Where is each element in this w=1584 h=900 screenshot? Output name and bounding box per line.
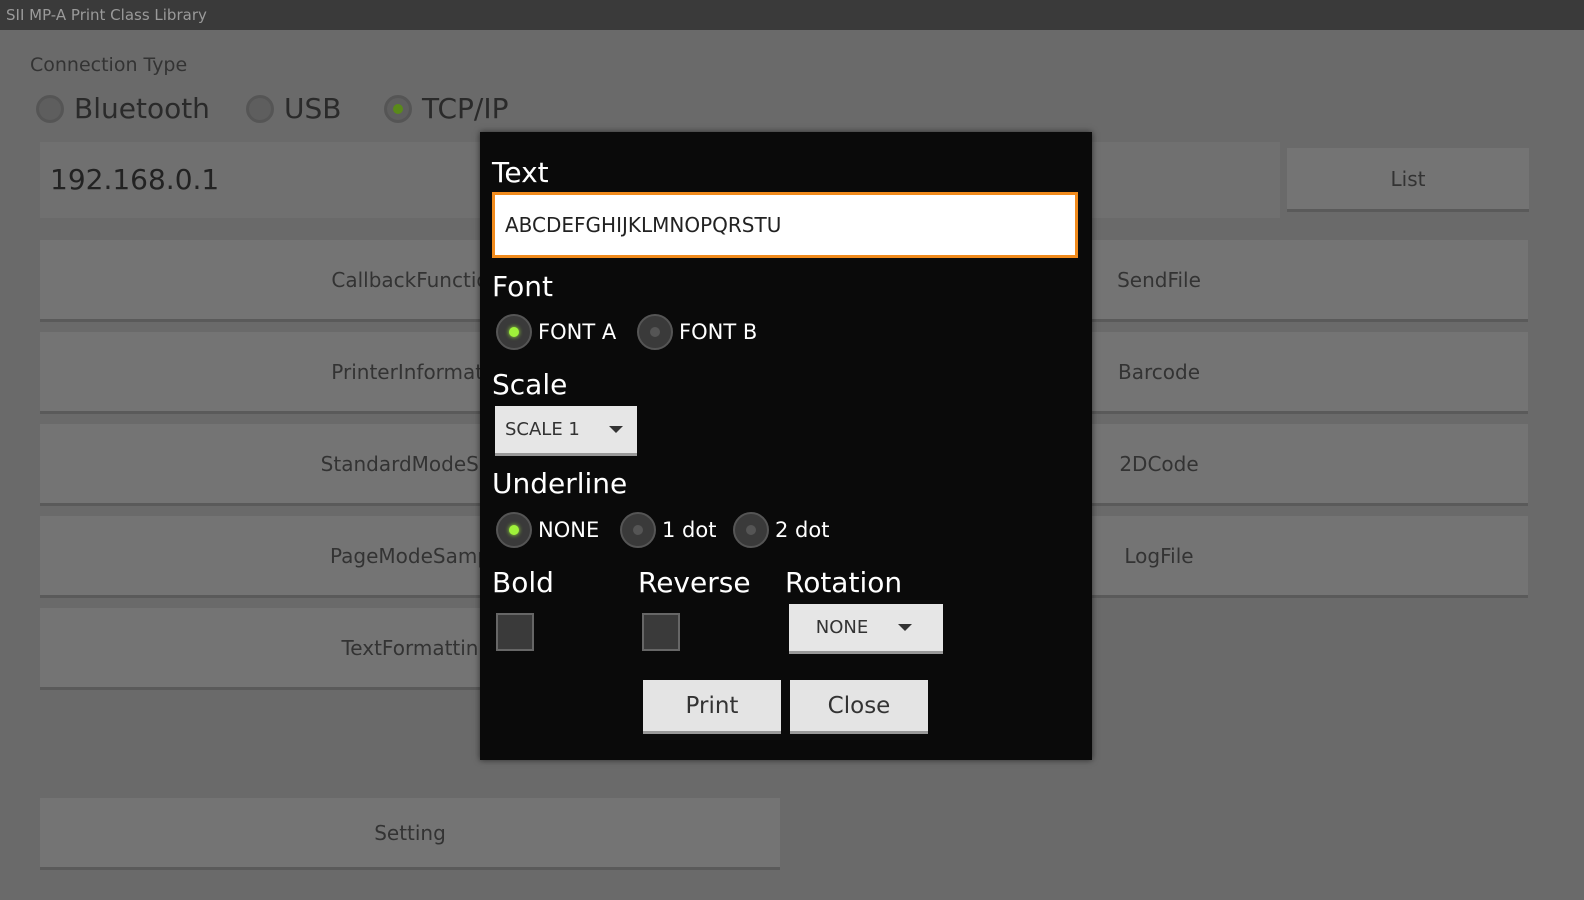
radio-usb-label: USB	[284, 92, 342, 125]
app-title: SII MP-A Print Class Library	[6, 6, 207, 24]
list-button[interactable]: List	[1287, 148, 1529, 212]
radio-bluetooth[interactable]: Bluetooth	[36, 92, 210, 125]
radio-underline-2dot-label: 2 dot	[775, 518, 830, 542]
setting-button[interactable]: Setting	[40, 798, 780, 870]
rotation-dropdown[interactable]: NONE	[789, 604, 943, 654]
radio-circle-icon	[733, 512, 769, 548]
radio-usb[interactable]: USB	[246, 92, 341, 125]
radio-tcpip[interactable]: TCP/IP	[384, 92, 508, 125]
radio-font-a[interactable]: FONT A	[496, 314, 616, 350]
radio-circle-icon	[620, 512, 656, 548]
radio-bluetooth-label: Bluetooth	[74, 92, 210, 125]
radio-selected-icon	[496, 512, 532, 548]
scale-dropdown[interactable]: SCALE 1	[495, 406, 637, 456]
print-button[interactable]: Print	[643, 680, 781, 734]
font-label: Font	[492, 270, 553, 303]
dropdown-arrow-icon	[898, 624, 913, 631]
app-title-bar: SII MP-A Print Class Library	[0, 0, 1584, 30]
radio-circle-icon	[637, 314, 673, 350]
radio-circle-icon	[246, 94, 274, 123]
radio-underline-none[interactable]: NONE	[496, 512, 599, 548]
rotation-label: Rotation	[785, 566, 903, 599]
underline-label: Underline	[492, 467, 628, 500]
reverse-label: Reverse	[638, 566, 751, 599]
rotation-dropdown-value: NONE	[815, 617, 869, 638]
scale-label: Scale	[492, 368, 568, 401]
radio-underline-2dot[interactable]: 2 dot	[733, 512, 829, 548]
close-button[interactable]: Close	[790, 680, 928, 734]
text-label: Text	[492, 156, 549, 189]
radio-circle-icon	[36, 94, 64, 123]
radio-selected-icon	[496, 314, 532, 350]
bold-checkbox[interactable]	[496, 613, 534, 651]
radio-tcpip-label: TCP/IP	[422, 92, 509, 125]
reverse-checkbox[interactable]	[642, 613, 680, 651]
radio-underline-1dot[interactable]: 1 dot	[620, 512, 716, 548]
radio-font-b-label: FONT B	[679, 320, 758, 344]
scale-dropdown-value: SCALE 1	[505, 419, 580, 440]
radio-font-b[interactable]: FONT B	[637, 314, 757, 350]
radio-selected-icon	[384, 94, 412, 123]
radio-font-a-label: FONT A	[538, 320, 617, 344]
text-format-dialog: Text Font FONT A FONT B Scale SCALE 1 Un…	[480, 132, 1092, 760]
text-input[interactable]	[492, 192, 1078, 258]
dropdown-arrow-icon	[609, 426, 623, 433]
radio-underline-none-label: NONE	[538, 518, 600, 542]
radio-underline-1dot-label: 1 dot	[662, 518, 717, 542]
connection-type-label: Connection Type	[30, 54, 188, 76]
bold-label: Bold	[492, 566, 554, 599]
